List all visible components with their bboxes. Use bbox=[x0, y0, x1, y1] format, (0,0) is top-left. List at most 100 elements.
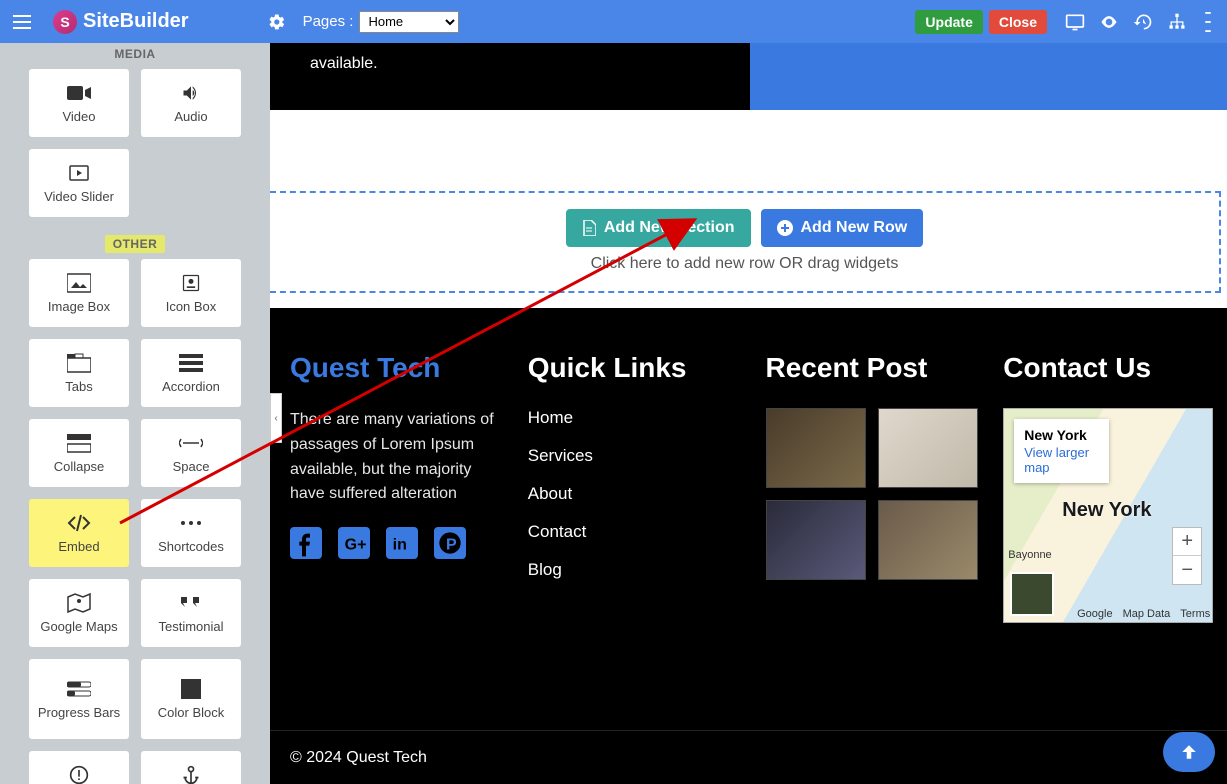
embed-icon bbox=[67, 513, 91, 533]
copyright-bar: © 2024 Quest Tech bbox=[270, 730, 1227, 784]
svg-text:P: P bbox=[446, 537, 457, 554]
widget-video-slider[interactable]: Video Slider bbox=[29, 149, 129, 217]
sidebar-collapse-handle[interactable]: ‹ bbox=[270, 393, 282, 443]
video-icon bbox=[67, 83, 91, 103]
drop-zone-hint: Click here to add new row OR drag widget… bbox=[270, 255, 1219, 273]
topbar-icons bbox=[1053, 12, 1227, 32]
map-credits: Google Map Data Terms bbox=[1060, 608, 1210, 620]
history-icon[interactable] bbox=[1133, 12, 1153, 32]
topbar: S SiteBuilder Pages : Home Update Close bbox=[0, 0, 1227, 43]
color-block-icon bbox=[179, 679, 203, 699]
widget-google-maps[interactable]: Google Maps bbox=[29, 579, 129, 647]
widget-anchor[interactable]: Anchor bbox=[141, 751, 241, 784]
map-embed[interactable]: New York View larger map New York Bayonn… bbox=[1003, 408, 1213, 623]
shortcodes-icon bbox=[179, 513, 203, 533]
section-label-media: MEDIA bbox=[0, 43, 270, 69]
image-box-icon bbox=[67, 273, 91, 293]
streetview-thumb[interactable] bbox=[1010, 572, 1054, 616]
close-button[interactable]: Close bbox=[989, 10, 1047, 34]
tabs-icon bbox=[67, 353, 91, 373]
quick-links-title: Quick Links bbox=[528, 352, 742, 384]
pinterest-icon[interactable]: P bbox=[434, 527, 466, 559]
map-center-label: New York bbox=[1062, 499, 1151, 522]
quick-link[interactable]: Contact bbox=[528, 522, 742, 542]
pages-select[interactable]: Home bbox=[359, 11, 459, 33]
recent-post-thumb[interactable] bbox=[878, 500, 978, 580]
icon-box-icon bbox=[179, 273, 203, 293]
footer-brand-title: Quest Tech bbox=[290, 352, 504, 384]
recent-post-thumb[interactable] bbox=[766, 500, 866, 580]
footer-col-brand: Quest Tech There are many variations of … bbox=[290, 352, 504, 720]
widget-tabs[interactable]: Tabs bbox=[29, 339, 129, 407]
svg-text:G+: G+ bbox=[345, 537, 367, 554]
footer-col-contact: Contact Us New York View larger map New … bbox=[1003, 352, 1217, 720]
zoom-in-button[interactable]: + bbox=[1173, 528, 1201, 556]
hero-blue-band bbox=[747, 43, 1227, 110]
googleplus-icon[interactable]: G+ bbox=[338, 527, 370, 559]
view-larger-map-link[interactable]: View larger map bbox=[1024, 445, 1099, 475]
zoom-out-button[interactable]: − bbox=[1173, 556, 1201, 584]
contact-title: Contact Us bbox=[1003, 352, 1217, 384]
accordion-icon bbox=[179, 353, 203, 373]
recent-post-thumb[interactable] bbox=[766, 408, 866, 488]
map-zoom-controls: + − bbox=[1172, 527, 1202, 585]
update-button[interactable]: Update bbox=[915, 10, 982, 34]
widget-collapse[interactable]: Collapse bbox=[29, 419, 129, 487]
preview-icon[interactable] bbox=[1099, 12, 1119, 32]
widget-video[interactable]: Video bbox=[29, 69, 129, 137]
recent-post-thumb[interactable] bbox=[878, 408, 978, 488]
more-icon[interactable] bbox=[1201, 12, 1215, 32]
brand: S SiteBuilder bbox=[43, 10, 199, 34]
settings-button[interactable] bbox=[256, 0, 299, 43]
widget-accordion[interactable]: Accordion bbox=[141, 339, 241, 407]
widget-progress-bars[interactable]: Progress Bars bbox=[29, 659, 129, 739]
widget-audio[interactable]: Audio bbox=[141, 69, 241, 137]
recent-post-title: Recent Post bbox=[766, 352, 980, 384]
video-slider-icon bbox=[67, 163, 91, 183]
testimonial-icon bbox=[179, 593, 203, 613]
gear-icon bbox=[268, 13, 286, 31]
desktop-preview-icon[interactable] bbox=[1065, 12, 1085, 32]
add-row-button[interactable]: Add New Row bbox=[761, 209, 924, 247]
svg-text:in: in bbox=[393, 537, 407, 554]
footer-col-quicklinks: Quick Links Home Services About Contact … bbox=[528, 352, 742, 720]
widgets-sidebar[interactable]: MEDIA Video Audio Video Slider OTHER Ima… bbox=[0, 43, 270, 784]
menu-toggle[interactable] bbox=[0, 0, 43, 43]
widget-testimonial[interactable]: Testimonial bbox=[141, 579, 241, 647]
social-links: G+ in P bbox=[290, 527, 504, 559]
drop-zone[interactable]: Add New Section Add New Row Click here t… bbox=[270, 191, 1221, 293]
add-section-button[interactable]: Add New Section bbox=[566, 209, 751, 247]
hero-black-box[interactable]: available. bbox=[270, 43, 750, 110]
quick-link[interactable]: About bbox=[528, 484, 742, 504]
scroll-top-button[interactable] bbox=[1163, 732, 1215, 772]
footer-section[interactable]: Quest Tech There are many variations of … bbox=[270, 308, 1227, 730]
widget-shortcodes[interactable]: Shortcodes bbox=[141, 499, 241, 567]
hamburger-icon bbox=[13, 15, 31, 29]
widget-image-box[interactable]: Image Box bbox=[29, 259, 129, 327]
brand-logo-icon: S bbox=[53, 10, 77, 34]
widget-icon-box[interactable]: Icon Box bbox=[141, 259, 241, 327]
map-icon bbox=[67, 593, 91, 613]
arrow-up-icon bbox=[1180, 743, 1198, 761]
quick-link[interactable]: Home bbox=[528, 408, 742, 428]
facebook-icon[interactable] bbox=[290, 527, 322, 559]
quick-links-list: Home Services About Contact Blog bbox=[528, 408, 742, 580]
anchor-icon bbox=[179, 765, 203, 784]
alert-icon bbox=[67, 765, 91, 784]
audio-icon bbox=[179, 83, 203, 103]
widget-embed[interactable]: Embed bbox=[29, 499, 129, 567]
linkedin-icon[interactable]: in bbox=[386, 527, 418, 559]
widget-color-block[interactable]: Color Block bbox=[141, 659, 241, 739]
quick-link[interactable]: Services bbox=[528, 446, 742, 466]
quick-link[interactable]: Blog bbox=[528, 560, 742, 580]
map-info-box: New York View larger map bbox=[1014, 419, 1109, 483]
progress-icon bbox=[67, 679, 91, 699]
widget-alert[interactable]: Alert bbox=[29, 751, 129, 784]
brand-name: SiteBuilder bbox=[83, 10, 189, 33]
sitemap-icon[interactable] bbox=[1167, 12, 1187, 32]
editor-canvas[interactable]: available. ‹ Add New Section Add New Row… bbox=[270, 43, 1227, 784]
footer-col-recent: Recent Post bbox=[766, 352, 980, 720]
widget-space[interactable]: Space bbox=[141, 419, 241, 487]
section-label-other: OTHER bbox=[105, 235, 166, 253]
footer-description: There are many variations of passages of… bbox=[290, 408, 504, 507]
